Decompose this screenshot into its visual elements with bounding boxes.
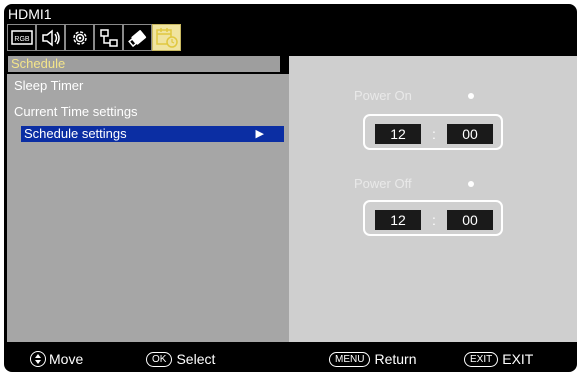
footer-move-label: Move — [49, 351, 84, 367]
footer-exit: EXIT EXIT — [464, 350, 533, 368]
picture-icon-label: RGB — [14, 36, 30, 43]
ok-key-icon: OK — [146, 351, 173, 367]
audio-icon[interactable] — [36, 24, 65, 51]
menu-item-sleep-timer[interactable]: Sleep Timer — [14, 78, 83, 94]
section-title: Schedule — [8, 56, 280, 72]
footer-return: MENU Return — [329, 350, 416, 368]
submenu-arrow-icon: ▶ — [255, 128, 264, 140]
footer-key-guide: Move OK Select MENU Return EXIT EXIT — [4, 344, 577, 372]
osd-menu: HDMI1 RGB Schedule Sleep Timer Current T… — [4, 4, 577, 372]
input-source-label: HDMI1 — [8, 6, 52, 22]
exit-key-icon: EXIT — [464, 351, 499, 367]
footer-move: Move — [30, 350, 83, 368]
power-on-time[interactable]: 12 : 00 — [363, 114, 503, 150]
category-toolbar: RGB — [7, 24, 181, 54]
power-off-enabled-indicator[interactable] — [468, 181, 474, 187]
menu-panel: Sleep Timer Current Time settings Schedu… — [7, 74, 289, 342]
schedule-settings-panel: Power On 12 : 00 Power Off 12 : 00 — [289, 56, 577, 342]
menu-key-icon: MENU — [329, 351, 371, 367]
power-on-label: Power On — [354, 88, 412, 103]
menu-item-current-time-settings[interactable]: Current Time settings — [14, 104, 138, 120]
footer-select-label: Select — [176, 351, 216, 367]
power-off-minute[interactable]: 00 — [447, 210, 493, 230]
power-off-label: Power Off — [354, 176, 412, 191]
schedule-calendar-icon[interactable] — [152, 24, 181, 51]
power-on-colon: : — [432, 126, 436, 142]
updown-arrows-icon — [30, 351, 46, 367]
power-off-hour[interactable]: 12 — [375, 210, 421, 230]
menu-item-schedule-settings[interactable]: Schedule settings ▶ — [21, 126, 284, 142]
power-off-colon: : — [432, 212, 436, 228]
power-on-hour[interactable]: 12 — [375, 124, 421, 144]
footer-exit-label: EXIT — [502, 351, 534, 367]
usb-icon[interactable] — [123, 24, 152, 51]
picture-icon[interactable]: RGB — [7, 24, 36, 51]
footer-return-label: Return — [374, 351, 417, 367]
footer-select: OK Select — [146, 350, 215, 368]
power-on-minute[interactable]: 00 — [447, 124, 493, 144]
power-on-enabled-indicator[interactable] — [468, 93, 474, 99]
menu-item-schedule-settings-label: Schedule settings — [24, 126, 127, 141]
power-off-time[interactable]: 12 : 00 — [363, 200, 503, 236]
setup-gear-icon[interactable] — [65, 24, 94, 51]
network-icon[interactable] — [94, 24, 123, 51]
